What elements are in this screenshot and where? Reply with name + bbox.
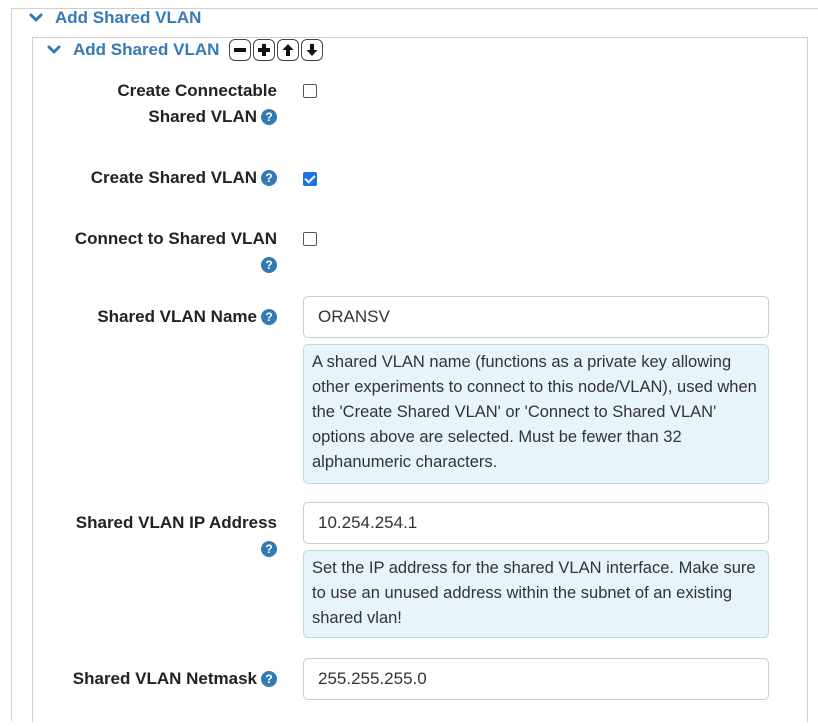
shared-vlan-ip-label-text: Shared VLAN IP Address xyxy=(75,513,277,532)
add-button[interactable] xyxy=(253,39,276,61)
help-icon[interactable]: ? xyxy=(261,170,277,186)
create-connectable-label-line2: Shared VLAN xyxy=(148,107,257,126)
inner-section-header[interactable]: Add Shared VLAN xyxy=(47,39,324,61)
help-icon[interactable]: ? xyxy=(261,257,277,273)
help-icon[interactable]: ? xyxy=(261,109,277,125)
shared-vlan-netmask-label-text: Shared VLAN Netmask xyxy=(72,669,257,688)
shared-vlan-name-label: Shared VLAN Name? xyxy=(97,304,277,330)
arrow-up-icon xyxy=(282,44,294,56)
section-controls xyxy=(229,39,324,61)
create-shared-label: Create Shared VLAN? xyxy=(91,165,277,191)
outer-section-title: Add Shared VLAN xyxy=(55,8,202,27)
create-connectable-checkbox[interactable] xyxy=(303,84,317,98)
connect-shared-checkbox[interactable] xyxy=(303,232,317,246)
inner-section-title: Add Shared VLAN xyxy=(73,40,220,59)
shared-vlan-netmask-input[interactable]: 255.255.255.0 xyxy=(303,658,769,700)
shared-vlan-name-label-text: Shared VLAN Name xyxy=(97,307,257,326)
connect-shared-label-text: Connect to Shared VLAN xyxy=(74,229,277,248)
outer-section-header[interactable]: Add Shared VLAN xyxy=(29,8,201,28)
shared-vlan-name-help-text: A shared VLAN name (functions as a priva… xyxy=(303,344,769,484)
arrow-down-icon xyxy=(306,44,318,56)
connect-shared-label: Connect to Shared VLAN ? xyxy=(75,226,277,278)
help-icon[interactable]: ? xyxy=(261,541,277,557)
minus-icon xyxy=(234,48,247,52)
help-icon[interactable]: ? xyxy=(261,671,277,687)
create-connectable-label: Create Connectable Shared VLAN? xyxy=(117,78,277,130)
chevron-down-icon xyxy=(47,45,61,54)
move-up-button[interactable] xyxy=(277,39,300,61)
shared-vlan-ip-input[interactable]: 10.254.254.1 xyxy=(303,502,769,544)
shared-vlan-netmask-label: Shared VLAN Netmask? xyxy=(73,666,277,692)
shared-vlan-ip-help-text: Set the IP address for the shared VLAN i… xyxy=(303,550,769,638)
help-icon[interactable]: ? xyxy=(261,309,277,325)
create-shared-label-text: Create Shared VLAN xyxy=(90,168,257,187)
shared-vlan-ip-label: Shared VLAN IP Address ? xyxy=(76,510,277,562)
create-shared-checkbox[interactable] xyxy=(303,172,317,186)
plus-icon xyxy=(258,44,271,56)
remove-button[interactable] xyxy=(229,39,252,61)
move-down-button[interactable] xyxy=(301,39,324,61)
chevron-down-icon xyxy=(29,13,43,22)
shared-vlan-name-input[interactable]: ORANSV xyxy=(303,296,769,338)
create-connectable-label-line1: Create Connectable xyxy=(117,81,277,100)
